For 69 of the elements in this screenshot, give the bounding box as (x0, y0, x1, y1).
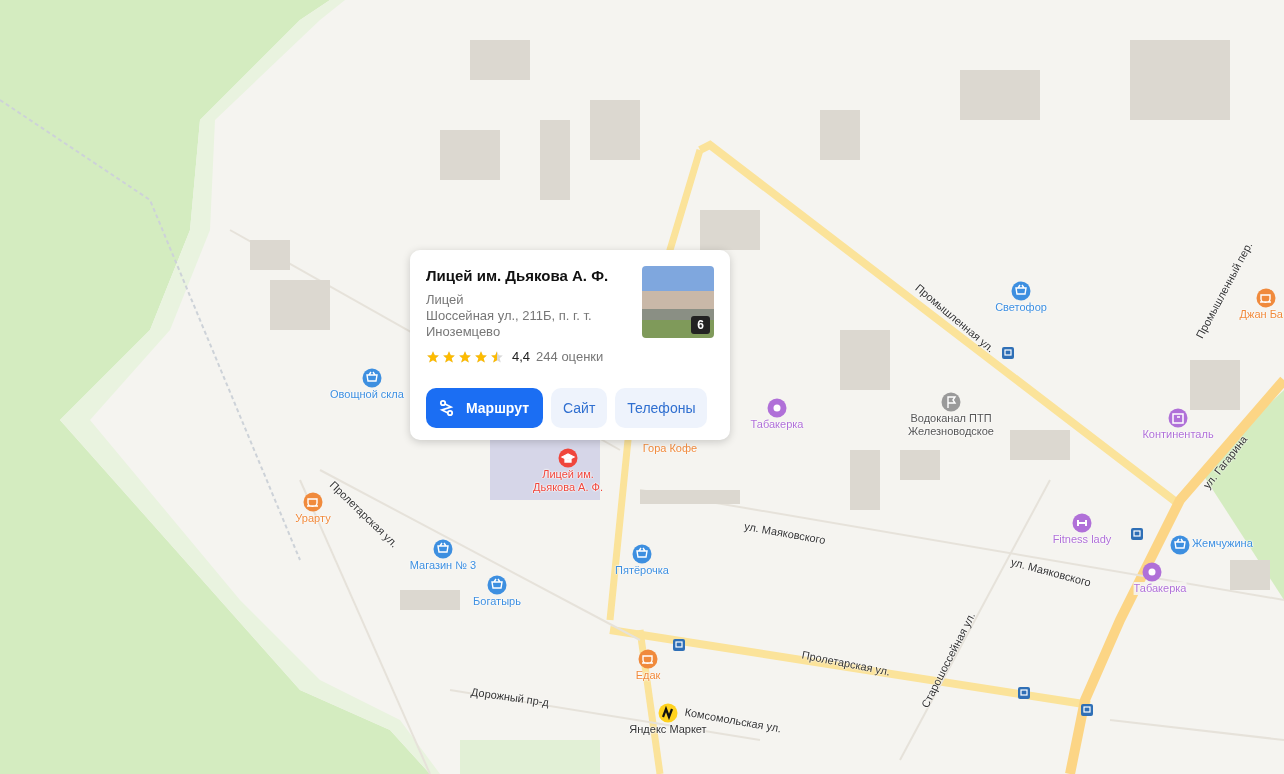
place-label[interactable]: Джан Ба (1239, 308, 1283, 321)
star-icon (474, 349, 488, 364)
photo-count-badge: 6 (691, 316, 710, 334)
rating-value: 4,4 (512, 349, 531, 364)
cart-pin-icon[interactable] (433, 539, 453, 559)
building (900, 450, 940, 480)
building (850, 450, 880, 510)
cart-pin-icon[interactable] (1011, 281, 1031, 301)
building (270, 280, 330, 330)
bus-stop-icon[interactable] (1002, 347, 1014, 359)
place-label[interactable]: Fitness lady (1052, 533, 1112, 546)
place-category: Лицей (426, 292, 465, 308)
cart-pin-icon[interactable] (362, 368, 382, 388)
cup-pin-icon[interactable] (303, 492, 323, 512)
star-icon (426, 349, 440, 364)
place-label[interactable]: Едак (635, 669, 661, 682)
place-label[interactable]: Лицей им. Дьякова А. Ф. (533, 468, 603, 494)
place-label[interactable]: Богатырь (473, 595, 521, 608)
reviews-count[interactable]: 244 оценки (536, 349, 604, 364)
street-label: ул. Маяковского (743, 519, 827, 547)
ring-pin-icon[interactable] (1142, 562, 1162, 582)
place-label[interactable]: Гора Кофе (642, 442, 698, 455)
building (400, 590, 460, 610)
cart-pin-icon[interactable] (632, 544, 652, 564)
place-label[interactable]: Табакерка (1133, 582, 1187, 595)
star-icon (490, 349, 504, 364)
building (1010, 430, 1070, 460)
building (840, 330, 890, 390)
star-icon (442, 349, 456, 364)
star-icon (458, 349, 472, 364)
place-label[interactable]: Пятёрочка (615, 564, 669, 577)
building (590, 100, 640, 160)
market-pin-icon[interactable] (658, 703, 678, 723)
building (470, 40, 530, 80)
bank-pin-icon[interactable] (1168, 408, 1188, 428)
place-label[interactable]: Континенталь (1142, 428, 1214, 441)
place-address: Шоссейная ул., 211Б, п. г. т. Иноземцево (426, 308, 593, 340)
place-title: Лицей им. Дьякова А. Ф. (426, 267, 610, 284)
cup-pin-icon[interactable] (1256, 288, 1276, 308)
place-label[interactable]: Водоканал ПТП Железноводское (908, 412, 994, 438)
place-label[interactable]: Магазин № 3 (409, 559, 477, 572)
building (250, 240, 290, 270)
place-label[interactable]: Табакерка (750, 418, 804, 431)
bus-stop-icon[interactable] (1081, 704, 1093, 716)
building (700, 210, 760, 250)
bus-stop-icon[interactable] (673, 639, 685, 651)
building (1230, 560, 1270, 590)
school-pin-icon[interactable] (558, 448, 578, 468)
flag-pin-icon[interactable] (941, 392, 961, 412)
cup-pin-icon[interactable] (638, 649, 658, 669)
route-button[interactable]: Маршрут (426, 388, 544, 428)
place-label[interactable]: Жемчужина (1192, 537, 1253, 550)
card-button[interactable]: Телефоны (615, 388, 708, 428)
card-button[interactable]: Сайт (551, 388, 608, 428)
building (440, 130, 500, 180)
photo-placeholder[interactable]: 6 (642, 266, 714, 338)
ring-pin-icon[interactable] (767, 398, 787, 418)
building (820, 110, 860, 160)
cart-pin-icon[interactable] (1170, 535, 1190, 555)
street-label: Дорожный пр-д (470, 685, 550, 709)
route-icon (438, 399, 456, 417)
place-label[interactable]: Светофор (995, 301, 1047, 314)
bus-stop-icon[interactable] (1131, 528, 1143, 540)
building (1190, 360, 1240, 410)
gym-pin-icon[interactable] (1072, 513, 1092, 533)
place-label[interactable]: Овощной скла (330, 388, 404, 401)
cart-pin-icon[interactable] (487, 575, 507, 595)
place-label[interactable]: Урарту (295, 512, 331, 525)
bus-stop-icon[interactable] (1018, 687, 1030, 699)
